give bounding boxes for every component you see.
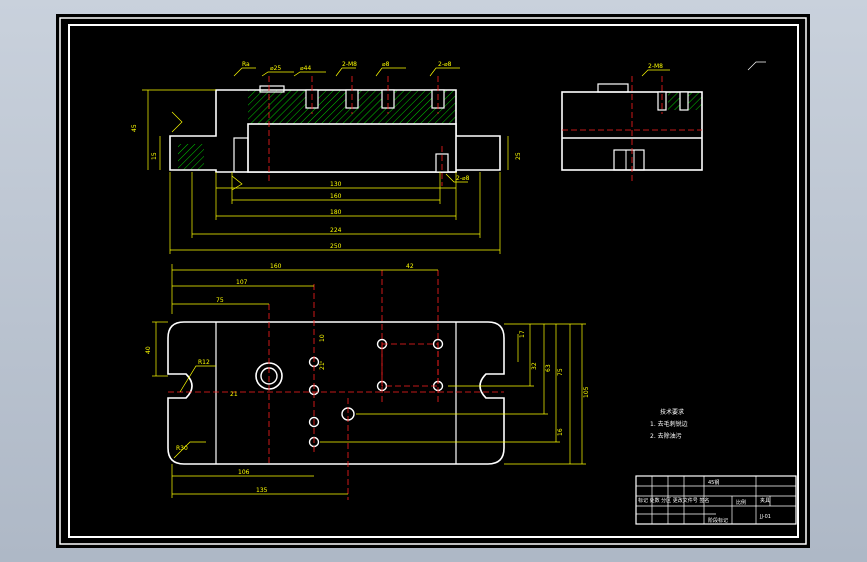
title-stage-label: 阶段标记 xyxy=(708,517,728,524)
cad-drawing: Ra ⌀25 ⌀44 2-M8 ⌀8 2-⌀8 2-⌀8 45 15 25 13… xyxy=(59,17,807,545)
callout-d8: ⌀8 xyxy=(382,61,390,68)
callout-d44: ⌀44 xyxy=(300,65,311,72)
plan-dim-16: 16 xyxy=(557,428,564,436)
dim-224: 224 xyxy=(330,227,342,234)
callout-2d8-small: 2-⌀8 xyxy=(456,175,470,182)
title-drawing-no: JJ-01 xyxy=(759,514,771,520)
plan-dim-17: 17 xyxy=(519,330,526,338)
radius-r30: R30 xyxy=(176,445,188,452)
title-part-name: 夹具 xyxy=(760,497,770,504)
plan-dim-135: 135 xyxy=(256,487,268,494)
plan-dim-160: 160 xyxy=(270,263,282,270)
dim-25: 25 xyxy=(515,152,522,160)
plan-dim-42: 42 xyxy=(406,263,414,270)
radius-r12: R12 xyxy=(198,359,210,366)
hole-dim-21a: 21 xyxy=(319,362,326,370)
callout-d25: ⌀25 xyxy=(270,65,281,72)
title-scale-label: 比例 xyxy=(736,499,746,506)
title-row-labels: 标记 处数 分区 更改文件号 签名 xyxy=(638,497,709,504)
dim-180: 180 xyxy=(330,209,342,216)
plan-dim-75: 75 xyxy=(216,297,224,304)
tech-note-2: 2. 去除油污 xyxy=(650,432,682,440)
dim-45: 45 xyxy=(131,124,138,132)
drawing-sheet: Ra ⌀25 ⌀44 2-M8 ⌀8 2-⌀8 2-⌀8 45 15 25 13… xyxy=(56,14,810,548)
plan-view: 160 42 107 75 40 10 21 21 R12 R30 17 32 … xyxy=(145,263,590,500)
side-view: 2-M8 xyxy=(561,61,766,184)
title-material: 45钢 xyxy=(708,479,719,486)
side-callout-m8: 2-M8 xyxy=(648,63,663,70)
tech-note-1: 1. 去毛刺锐边 xyxy=(650,420,688,428)
tech-notes: 技术要求 1. 去毛刺锐边 2. 去除油污 xyxy=(650,408,688,440)
hole-dim-21b: 21 xyxy=(230,391,238,398)
dim-15: 15 xyxy=(151,152,158,160)
plan-dim-63: 63 xyxy=(545,364,552,372)
plan-dim-75: 75 xyxy=(557,368,564,376)
title-block: 45钢 标记 处数 分区 更改文件号 签名 夹具 比例 JJ-01 阶段标记 xyxy=(635,475,797,525)
tech-notes-title: 技术要求 xyxy=(660,408,684,416)
plan-dim-40: 40 xyxy=(145,346,152,354)
callout-2d8: 2-⌀8 xyxy=(438,61,452,68)
dim-160: 160 xyxy=(330,193,342,200)
plan-dim-32: 32 xyxy=(531,362,538,370)
front-view: Ra ⌀25 ⌀44 2-M8 ⌀8 2-⌀8 2-⌀8 45 15 25 13… xyxy=(131,61,522,254)
plan-dim-107: 107 xyxy=(236,279,248,286)
dim-130: 130 xyxy=(330,181,342,188)
callout-roughness-1: Ra xyxy=(242,61,250,68)
callout-m8: 2-M8 xyxy=(342,61,357,68)
hole-dim-10: 10 xyxy=(319,334,326,342)
plan-dim-105: 105 xyxy=(583,386,590,398)
dim-250: 250 xyxy=(330,243,342,250)
plan-dim-106: 106 xyxy=(238,469,250,476)
